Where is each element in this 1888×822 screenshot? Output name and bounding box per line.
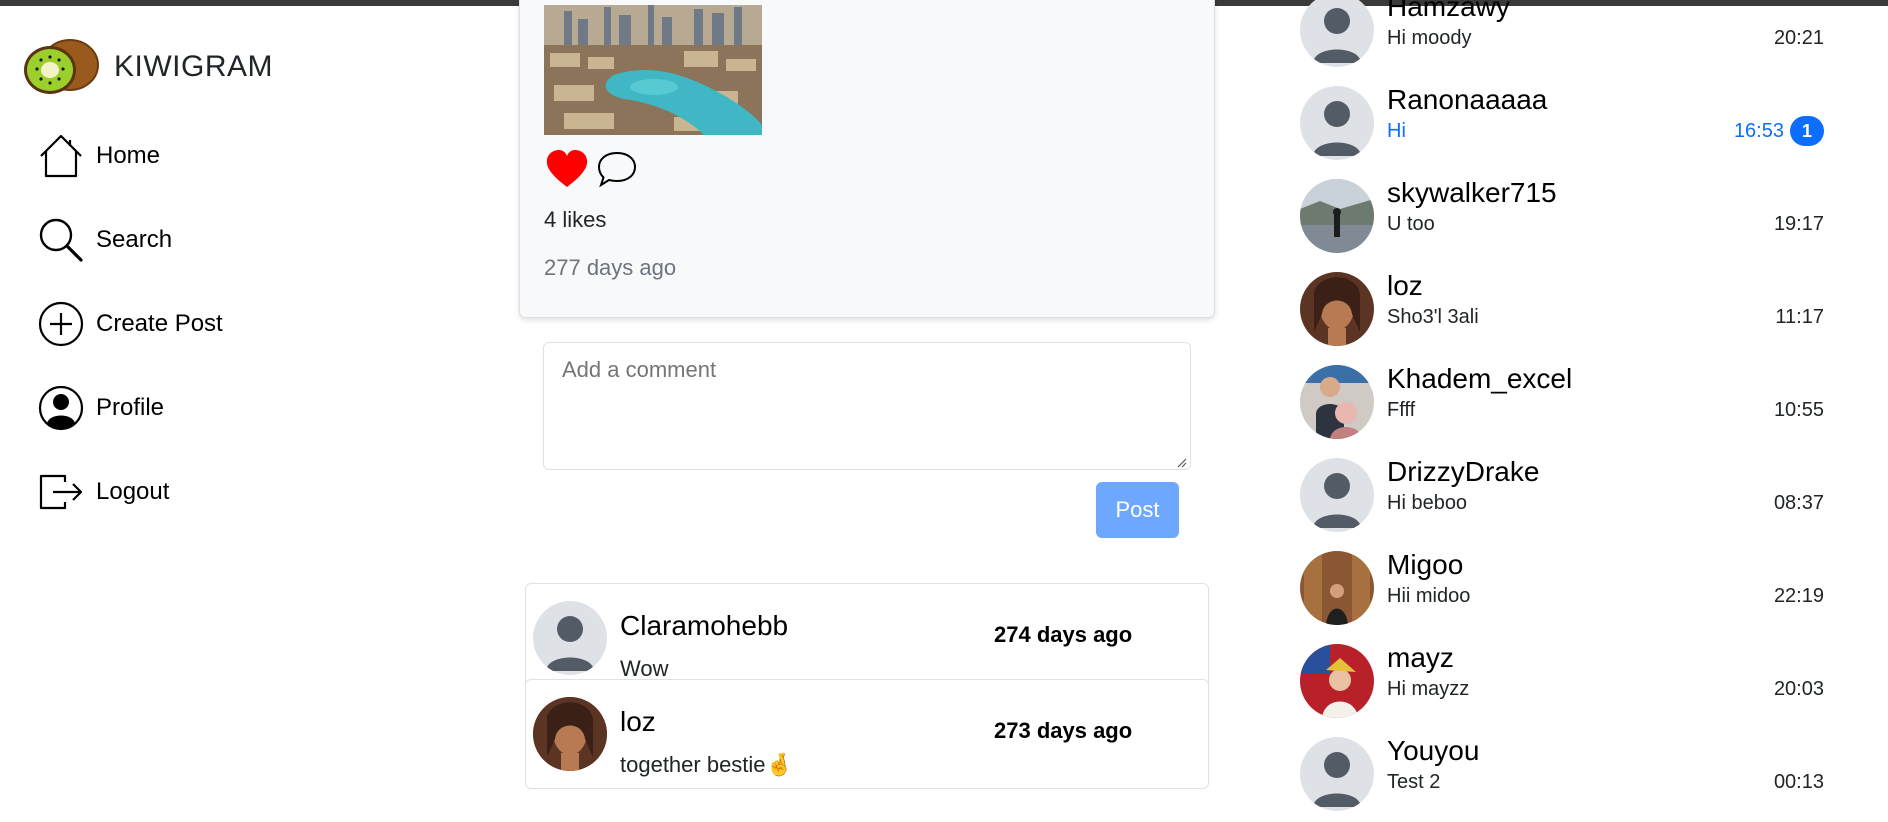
post-card: 4 likes 277 days ago — [519, 0, 1215, 318]
chat-time: 20:21 — [1773, 27, 1824, 49]
chat-item[interactable]: mayz Hi mayzz 20:03 — [1290, 634, 1850, 727]
default-avatar-icon — [1300, 86, 1374, 160]
chat-username: DrizzyDrake — [1387, 456, 1540, 487]
logout-icon — [36, 467, 86, 517]
post-comment-button[interactable]: Post — [1096, 482, 1179, 538]
default-avatar-icon — [1300, 458, 1374, 532]
user-photo-avatar — [1300, 644, 1374, 718]
nav-profile-label: Profile — [96, 394, 165, 421]
brand[interactable]: KIWIGRAM — [22, 38, 273, 96]
comment-item: Claramohebb Wow 274 days ago — [525, 583, 1209, 693]
chat-item[interactable]: Khadem_excel Ffff 10:55 — [1290, 355, 1850, 448]
nav-profile[interactable]: Profile — [36, 382, 223, 434]
chat-username: mayz — [1387, 642, 1454, 673]
nav-create-post[interactable]: Create Post — [36, 298, 223, 350]
chat-time: 00:13 — [1773, 771, 1824, 793]
comment-timestamp: 274 days ago — [994, 622, 1133, 647]
post-timestamp: 277 days ago — [544, 255, 677, 280]
comment-item: loz together bestie🤞 273 days ago — [525, 679, 1209, 789]
chat-time: 11:17 — [1775, 306, 1824, 328]
chat-last-message: U too — [1387, 213, 1435, 235]
post-likes-count: 4 likes — [544, 207, 607, 232]
nav-create-post-label: Create Post — [96, 310, 223, 337]
chat-item[interactable]: Ranonaaaaa Hi 16:53 1 — [1290, 76, 1850, 169]
sidebar-nav: Home Search Create Post Profile Logout — [36, 130, 223, 550]
chat-username: Migoo — [1387, 549, 1464, 580]
chat-item[interactable]: Youyou Test 2 00:13 — [1290, 727, 1850, 820]
nav-logout-label: Logout — [96, 478, 170, 505]
chat-item[interactable]: Hamzawy Hi moody 20:21 — [1290, 0, 1850, 76]
comment-username[interactable]: Claramohebb — [620, 610, 788, 642]
chat-item[interactable]: skywalker715 U too 19:17 — [1290, 169, 1850, 262]
chat-last-message: Hii midoo — [1387, 585, 1471, 607]
default-avatar-icon — [1300, 0, 1374, 67]
chat-username: Youyou — [1387, 735, 1480, 766]
plus-circle-icon — [36, 299, 86, 349]
user-photo-avatar — [1300, 179, 1374, 253]
chat-item[interactable]: Migoo Hii midoo 22:19 — [1290, 541, 1850, 634]
chat-username: skywalker715 — [1387, 177, 1557, 208]
post-image[interactable] — [544, 5, 762, 135]
resize-handle-icon[interactable] — [1175, 455, 1187, 468]
default-avatar-icon[interactable] — [533, 601, 607, 675]
kiwi-logo-icon — [22, 38, 100, 96]
chat-time: 22:19 — [1773, 585, 1824, 607]
chat-username: loz — [1387, 270, 1423, 301]
chat-time: 10:55 — [1773, 399, 1824, 421]
nav-search-label: Search — [96, 226, 173, 253]
nav-home[interactable]: Home — [36, 130, 223, 182]
chat-last-message: Hi mayzz — [1387, 678, 1470, 700]
comment-username[interactable]: loz — [620, 706, 656, 738]
user-photo-avatar — [1300, 272, 1374, 346]
nav-home-label: Home — [96, 142, 161, 169]
comment-timestamp: 273 days ago — [994, 718, 1133, 743]
search-icon — [36, 215, 86, 265]
chat-username: Hamzawy — [1387, 0, 1510, 22]
chat-time: 20:03 — [1773, 678, 1824, 700]
chat-item[interactable]: loz Sho3'l 3ali 11:17 — [1290, 262, 1850, 355]
user-photo-avatar[interactable] — [533, 697, 607, 771]
user-photo-avatar — [1300, 365, 1374, 439]
chat-last-message: Hi moody — [1387, 27, 1472, 49]
chat-last-message: Ffff — [1387, 399, 1416, 421]
comment-text: together bestie🤞 — [620, 752, 793, 777]
user-circle-icon — [36, 383, 86, 433]
chat-last-message: Test 2 — [1387, 771, 1441, 793]
chat-last-message: Sho3'l 3ali — [1387, 306, 1479, 328]
chat-time: 19:17 — [1773, 213, 1824, 235]
chat-item[interactable]: DrizzyDrake Hi beboo 08:37 — [1290, 448, 1850, 541]
chat-username: Khadem_excel — [1387, 363, 1573, 394]
post-actions — [544, 147, 644, 191]
nav-search[interactable]: Search — [36, 214, 223, 266]
chat-last-message: Hi beboo — [1387, 492, 1468, 514]
user-photo-avatar — [1300, 551, 1374, 625]
chat-time: 16:53 — [1733, 120, 1784, 142]
home-icon — [36, 131, 86, 181]
chat-last-message: Hi — [1387, 120, 1406, 142]
brand-name: KIWIGRAM — [114, 50, 273, 83]
nav-logout[interactable]: Logout — [36, 466, 223, 518]
unread-count-badge: 1 — [1790, 116, 1824, 146]
comment-bubble-icon[interactable] — [594, 147, 640, 191]
chat-time: 08:37 — [1773, 492, 1824, 514]
chat-username: Ranonaaaaa — [1387, 84, 1548, 115]
heart-filled-icon[interactable] — [544, 147, 590, 191]
comment-input[interactable] — [543, 342, 1191, 470]
default-avatar-icon — [1300, 737, 1374, 811]
